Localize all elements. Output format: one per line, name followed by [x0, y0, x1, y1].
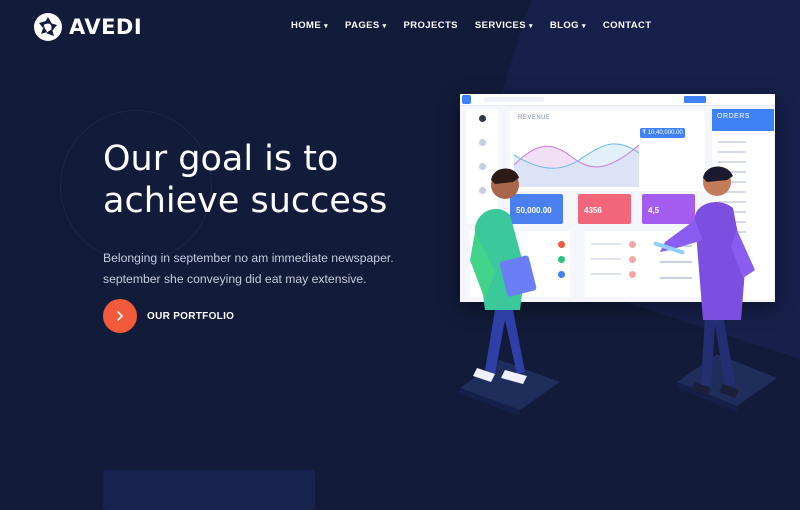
hero-title-line: achieve success: [103, 181, 388, 221]
portfolio-label: OUR PORTFOLIO: [147, 310, 235, 322]
bottom-card: [103, 470, 315, 510]
portfolio-link[interactable]: OUR PORTFOLIO: [103, 299, 234, 333]
nav-item-label: BLOG: [549, 20, 579, 31]
hero-subtitle: Belonging in september no am immediate n…: [103, 251, 394, 287]
hero-title-line: Our goal is to: [103, 139, 339, 179]
chevron-down-icon: ▾: [529, 22, 533, 30]
nav-item-projects[interactable]: PROJECTS: [404, 20, 458, 31]
dashboard-button: [684, 96, 706, 103]
nav-item-label: SERVICES: [474, 20, 526, 31]
nav-item-contact[interactable]: CONTACT: [603, 20, 652, 31]
brand-logo[interactable]: AVEDI: [33, 12, 142, 42]
nav-item-label: PAGES: [345, 20, 380, 31]
platform: [460, 360, 560, 416]
chevron-down-icon: ▾: [382, 22, 387, 30]
revenue-value: ₹ 10,40,000.00: [640, 128, 685, 138]
nav-item-pages[interactable]: PAGES ▾: [345, 20, 386, 31]
portfolio-button[interactable]: [103, 299, 137, 333]
chevron-down-icon: ▾: [581, 22, 586, 30]
nav-item-label: CONTACT: [602, 20, 652, 31]
nav-item-services[interactable]: SERVICES ▾: [475, 20, 533, 31]
dashboard-search: [484, 97, 544, 102]
order-row: [718, 151, 746, 153]
orders-label: ORDERS: [717, 113, 750, 120]
orders-header: ORDERS: [712, 109, 774, 131]
main-nav: HOME ▾ PAGES ▾ PROJECTS SERVICES ▾ BLOG …: [291, 20, 651, 31]
team-illustration: [460, 166, 777, 416]
nav-item-label: HOME: [291, 20, 322, 31]
revenue-label: REVENUE: [518, 115, 551, 121]
dashboard-topbar: [460, 94, 775, 106]
nav-item-home[interactable]: HOME ▾: [291, 20, 328, 31]
chevron-down-icon: ▾: [324, 22, 329, 30]
aperture-icon: [34, 13, 62, 41]
hero-title: Our goal is to achieve success: [103, 138, 433, 222]
person-left: [470, 168, 537, 384]
nav-item-label: PROJECTS: [403, 20, 458, 31]
chevron-right-icon: [117, 311, 124, 321]
order-row: [718, 141, 746, 143]
sidebar-icon: [479, 139, 486, 146]
sidebar-icon: [479, 115, 486, 122]
dashboard-logo: [462, 95, 471, 104]
nav-item-blog[interactable]: BLOG ▾: [550, 20, 586, 31]
brand-name: AVEDI: [69, 15, 143, 39]
